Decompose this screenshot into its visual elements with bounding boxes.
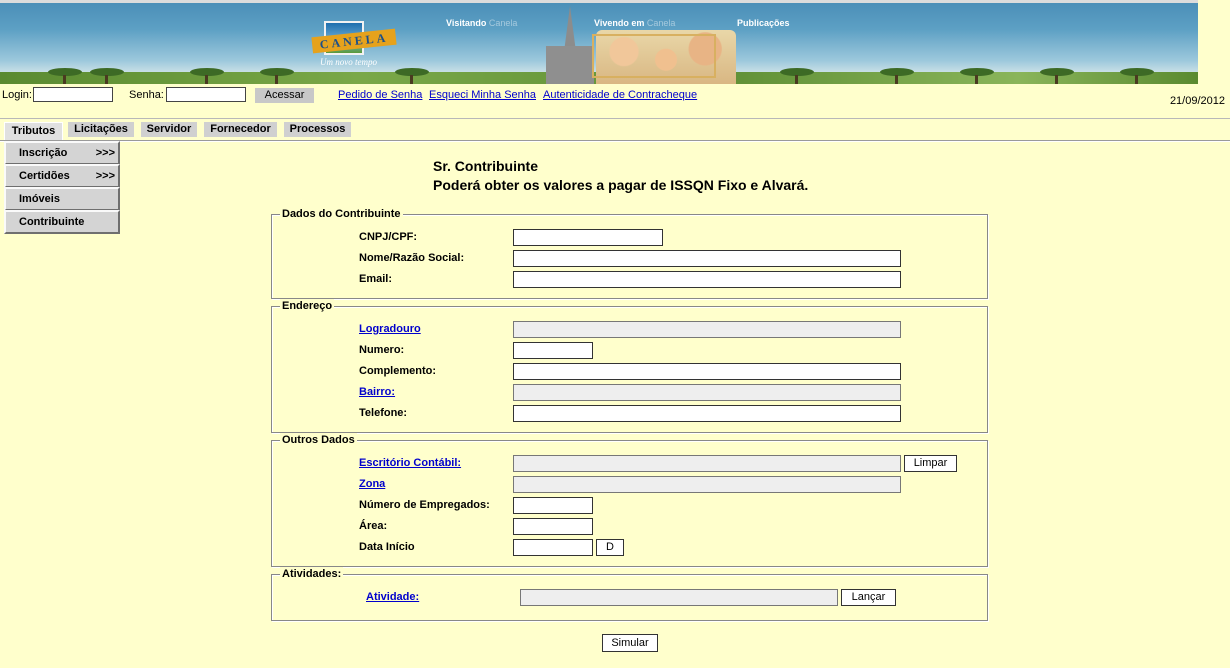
- side-item-label: Contribuinte: [19, 216, 85, 228]
- heading-line-1: Sr. Contribuinte: [433, 158, 538, 174]
- page-heading: Sr. Contribuinte Poderá obter os valores…: [433, 157, 808, 195]
- canela-logo[interactable]: CANELA Um novo tempo: [311, 21, 398, 71]
- divider: [0, 118, 1230, 119]
- fieldset-outros-dados: Outros Dados Escritório Contábil: Limpar…: [271, 433, 988, 567]
- cnpj-input[interactable]: [513, 229, 663, 246]
- banner-link-vivendo[interactable]: Vivendo em Canela: [594, 18, 675, 28]
- side-item-certidoes[interactable]: Certidões >>>: [4, 164, 120, 188]
- tree-icon: [90, 68, 124, 84]
- logradouro-link[interactable]: Logradouro: [359, 323, 421, 335]
- tab-fornecedor[interactable]: Fornecedor: [204, 122, 277, 137]
- current-date: 21/09/2012: [1169, 95, 1225, 107]
- data-inicio-label: Data Início: [359, 541, 415, 553]
- fieldset-legend: Dados do Contribuinte: [280, 207, 403, 221]
- tab-processos[interactable]: Processos: [284, 122, 351, 137]
- banner-link-bold: Vivendo em: [594, 18, 645, 28]
- autenticidade-link[interactable]: Autenticidade de Contracheque: [543, 89, 697, 101]
- side-item-label: Imóveis: [19, 193, 60, 205]
- empregados-label: Número de Empregados:: [359, 499, 490, 511]
- numero-input[interactable]: [513, 342, 593, 359]
- bairro-field[interactable]: [513, 384, 901, 401]
- email-label: Email:: [359, 273, 393, 285]
- side-item-contribuinte[interactable]: Contribuinte: [4, 210, 120, 234]
- side-item-inscricao[interactable]: Inscrição >>>: [4, 141, 120, 165]
- lancar-button[interactable]: Lançar: [841, 589, 896, 606]
- side-item-label: Certidões: [19, 170, 70, 182]
- header-banner: CANELA Um novo tempo Visitando Canela Vi…: [0, 0, 1198, 84]
- banner-link-bold: Publicações: [737, 18, 790, 28]
- esqueci-senha-link[interactable]: Esqueci Minha Senha: [429, 89, 536, 101]
- logo-tagline: Um novo tempo: [320, 57, 377, 67]
- cnpj-label: CNPJ/CPF:: [359, 231, 418, 243]
- login-input[interactable]: [33, 87, 113, 102]
- tree-icon: [190, 68, 224, 84]
- banner-link-faded: Canela: [488, 18, 518, 28]
- complemento-input[interactable]: [513, 363, 901, 380]
- heading-line-2: Poderá obter os valores a pagar de ISSQN…: [433, 177, 809, 193]
- limpar-button[interactable]: Limpar: [904, 455, 957, 472]
- login-label: Login:: [2, 89, 32, 101]
- atividade-link[interactable]: Atividade:: [366, 591, 419, 603]
- submenu-arrow-icon: >>>: [95, 147, 115, 159]
- fieldset-legend: Outros Dados: [280, 433, 357, 447]
- complemento-label: Complemento:: [359, 365, 436, 377]
- simular-button[interactable]: Simular: [602, 634, 658, 652]
- church-illustration: [540, 6, 600, 84]
- banner-link-faded: Canela: [646, 18, 676, 28]
- banner-link-publicacoes[interactable]: Publicações: [737, 18, 790, 28]
- tab-servidor[interactable]: Servidor: [141, 122, 197, 137]
- area-input[interactable]: [513, 518, 593, 535]
- date-picker-button[interactable]: D: [596, 539, 624, 556]
- zona-field[interactable]: [513, 476, 901, 493]
- fieldset-dados-contribuinte: Dados do Contribuinte CNPJ/CPF: Nome/Raz…: [271, 207, 988, 299]
- data-inicio-input[interactable]: [513, 539, 593, 556]
- fieldset-legend: Atividades:: [280, 567, 344, 581]
- login-bar: Login: Senha: Acessar Pedido de Senha Es…: [0, 84, 1230, 118]
- empregados-input[interactable]: [513, 497, 593, 514]
- zona-link[interactable]: Zona: [359, 478, 385, 490]
- atividade-field[interactable]: [520, 589, 838, 606]
- telefone-input[interactable]: [513, 405, 901, 422]
- logradouro-field[interactable]: [513, 321, 901, 338]
- fieldset-endereco: Endereço Logradouro Numero: Complemento:…: [271, 299, 988, 433]
- pedido-senha-link[interactable]: Pedido de Senha: [338, 89, 422, 101]
- photo-frame: [592, 34, 716, 78]
- divider: [0, 141, 1230, 142]
- escritorio-field[interactable]: [513, 455, 901, 472]
- fieldset-atividades: Atividades: Atividade: Lançar: [271, 567, 988, 621]
- nome-label: Nome/Razão Social:: [359, 252, 465, 264]
- senha-input[interactable]: [166, 87, 246, 102]
- bairro-link[interactable]: Bairro:: [359, 386, 395, 398]
- tree-icon: [260, 68, 294, 84]
- side-item-imoveis[interactable]: Imóveis: [4, 187, 120, 211]
- telefone-label: Telefone:: [359, 407, 408, 419]
- senha-label: Senha:: [129, 89, 164, 101]
- banner-link-visitando[interactable]: Visitando Canela: [446, 18, 517, 28]
- tab-licitacoes[interactable]: Licitações: [68, 122, 134, 137]
- tree-icon: [880, 68, 914, 84]
- banner-link-bold: Visitando: [446, 18, 487, 28]
- email-input[interactable]: [513, 271, 901, 288]
- escritorio-link[interactable]: Escritório Contábil:: [359, 457, 461, 469]
- tree-icon: [1040, 68, 1074, 84]
- tree-icon: [1120, 68, 1154, 84]
- acessar-button[interactable]: Acessar: [255, 88, 314, 103]
- tree-icon: [960, 68, 994, 84]
- tree-icon: [48, 68, 82, 84]
- side-item-label: Inscrição: [19, 147, 68, 159]
- numero-label: Numero:: [359, 344, 405, 356]
- submenu-arrow-icon: >>>: [95, 170, 115, 182]
- tree-icon: [395, 68, 429, 84]
- nome-input[interactable]: [513, 250, 901, 267]
- tab-tributos[interactable]: Tributos: [4, 122, 63, 140]
- fieldset-legend: Endereço: [280, 299, 335, 313]
- tree-icon: [780, 68, 814, 84]
- area-label: Área:: [359, 520, 388, 532]
